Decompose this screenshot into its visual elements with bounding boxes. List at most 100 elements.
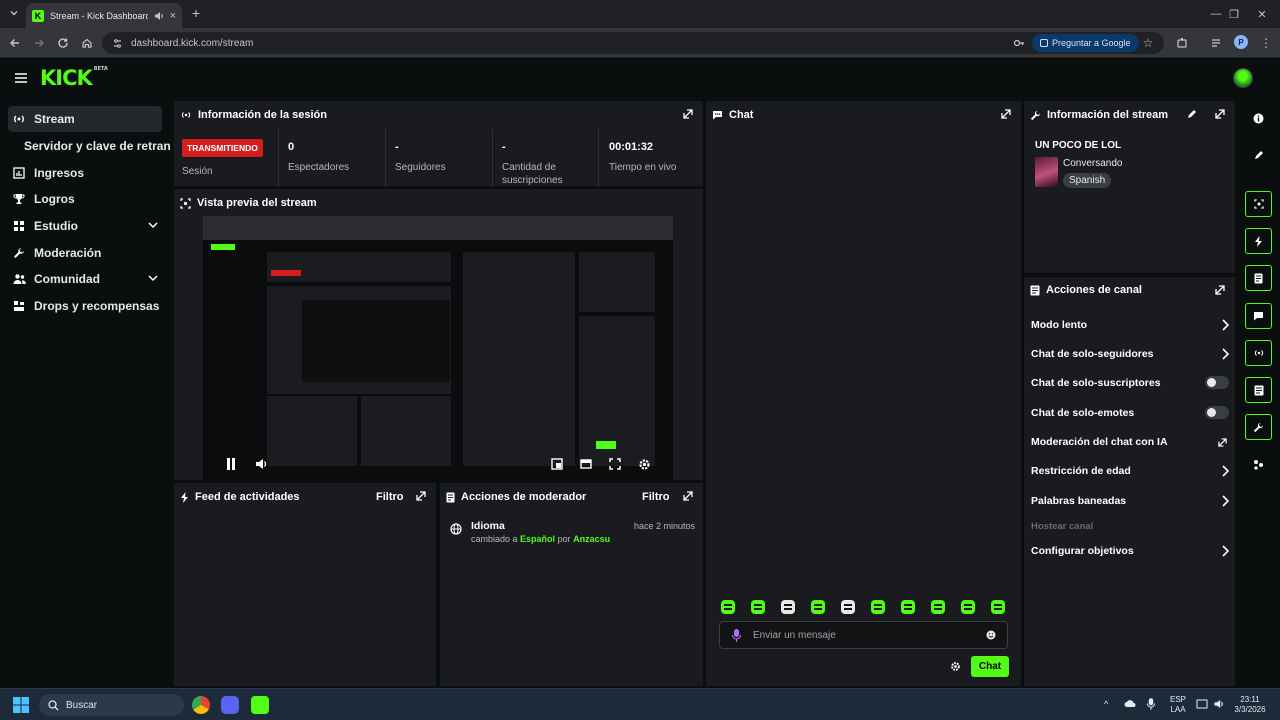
rail-activity-button[interactable] xyxy=(1245,228,1272,254)
reading-list-icon[interactable] xyxy=(1208,35,1224,51)
emote-icon[interactable] xyxy=(901,600,915,614)
popout-icon[interactable] xyxy=(416,491,426,501)
beta-badge: BETA xyxy=(93,66,108,72)
microphone-tray-icon[interactable] xyxy=(1147,698,1155,710)
sidebar-item-stream[interactable]: Stream xyxy=(8,106,162,132)
taskbar-search[interactable]: Buscar xyxy=(39,694,184,716)
chat-message-input[interactable]: Enviar un mensaje xyxy=(719,621,1008,649)
viewers-stat: 0 Espectadores xyxy=(288,129,388,187)
rail-moderator-log-button[interactable] xyxy=(1245,265,1272,291)
rail-stream-info-button[interactable] xyxy=(1245,414,1272,440)
new-tab-icon[interactable]: + xyxy=(188,5,204,21)
rail-layout-button[interactable] xyxy=(1245,451,1272,477)
globe-icon xyxy=(450,523,462,535)
preview-mini-panel xyxy=(463,252,575,466)
rail-preview-button[interactable] xyxy=(1245,191,1272,217)
emote-icon[interactable] xyxy=(931,600,945,614)
chrome-app-icon[interactable] xyxy=(192,696,210,714)
emoji-picker-icon[interactable] xyxy=(986,630,996,640)
emote-icon[interactable] xyxy=(781,600,795,614)
wifi-icon[interactable] xyxy=(1196,699,1208,709)
moderator-filter-button[interactable]: Filtro xyxy=(642,491,670,503)
back-icon[interactable] xyxy=(7,35,23,51)
rail-session-button[interactable] xyxy=(1245,340,1272,366)
kick-app-icon[interactable] xyxy=(251,696,269,714)
fullscreen-icon[interactable] xyxy=(609,458,621,470)
taskbar-clock[interactable]: 23:11 3/3/2026 xyxy=(1232,695,1268,715)
bookmark-star-icon[interactable]: ☆ xyxy=(1140,35,1156,51)
moderator-actions-header: Acciones de moderador Filtro xyxy=(440,483,703,511)
tab-search-icon[interactable] xyxy=(6,5,22,21)
subscribers-only-toggle[interactable] xyxy=(1205,376,1229,389)
preview-mini-panel xyxy=(267,396,357,466)
sidebar-item-comunidad[interactable]: Comunidad xyxy=(8,266,162,292)
activity-filter-button[interactable]: Filtro xyxy=(376,491,404,503)
kick-logo[interactable]: KICK BETA xyxy=(40,66,108,90)
info-icon[interactable] xyxy=(1245,105,1272,131)
emote-icon[interactable] xyxy=(961,600,975,614)
rail-channel-actions-button[interactable] xyxy=(1245,377,1272,403)
mod-entry-user[interactable]: Anzacsu xyxy=(573,534,610,544)
browser-tab[interactable]: K Stream - Kick Dashboard × xyxy=(26,3,182,28)
input-language[interactable]: ESP LAA xyxy=(1168,695,1188,715)
tab-audio-icon[interactable] xyxy=(154,11,164,21)
emote-icon[interactable] xyxy=(811,600,825,614)
emote-icon[interactable] xyxy=(751,600,765,614)
banned-words-action[interactable]: Palabras baneadas xyxy=(1031,491,1231,511)
stream-preview-video[interactable] xyxy=(203,216,673,480)
close-window-icon[interactable]: ✕ xyxy=(1244,0,1280,28)
emote-icon[interactable] xyxy=(871,600,885,614)
emote-icon[interactable] xyxy=(991,600,1005,614)
emote-icon[interactable] xyxy=(721,600,735,614)
menu-icon[interactable] xyxy=(14,72,28,84)
age-restriction-action[interactable]: Restricción de edad xyxy=(1031,461,1231,481)
chat-settings-icon[interactable] xyxy=(950,661,961,672)
windows-start-icon[interactable] xyxy=(13,697,29,713)
popout-icon[interactable] xyxy=(683,491,693,501)
lightning-icon xyxy=(180,491,189,503)
theater-mode-icon[interactable] xyxy=(580,458,592,470)
sidebar-item-moderacion[interactable]: Moderación xyxy=(8,240,162,266)
tab-close-icon[interactable]: × xyxy=(170,10,176,22)
discord-app-icon[interactable] xyxy=(221,696,239,714)
followers-only-action[interactable]: Chat de solo-seguidores xyxy=(1031,344,1231,364)
browser-profile-avatar[interactable]: P xyxy=(1234,35,1248,49)
password-key-icon[interactable] xyxy=(1011,35,1027,51)
volume-icon[interactable] xyxy=(255,458,268,470)
edit-pencil-icon[interactable] xyxy=(1245,142,1272,168)
emote-icon[interactable] xyxy=(841,600,855,614)
sidebar-item-ingresos[interactable]: Ingresos xyxy=(8,160,162,186)
ai-moderation-action[interactable]: Moderación del chat con IA xyxy=(1031,432,1231,452)
stream-category[interactable]: Conversando xyxy=(1063,158,1122,169)
home-icon[interactable] xyxy=(79,35,95,51)
site-info-icon[interactable] xyxy=(112,38,123,49)
edit-pencil-icon[interactable] xyxy=(1187,109,1197,119)
forward-icon[interactable] xyxy=(31,35,47,51)
popout-icon[interactable] xyxy=(683,109,693,119)
extensions-icon[interactable] xyxy=(1174,35,1190,51)
reload-icon[interactable] xyxy=(55,35,71,51)
slow-mode-action[interactable]: Modo lento xyxy=(1031,315,1231,335)
settings-gear-icon[interactable] xyxy=(638,458,651,471)
send-chat-button[interactable]: Chat xyxy=(971,656,1009,677)
popout-icon[interactable] xyxy=(1215,285,1225,295)
rail-chat-button[interactable] xyxy=(1245,303,1272,329)
sidebar-item-estudio[interactable]: Estudio xyxy=(8,213,162,239)
emotes-only-toggle[interactable] xyxy=(1205,406,1229,419)
pause-icon[interactable] xyxy=(226,458,236,470)
sidebar-item-logros[interactable]: Logros xyxy=(8,186,162,212)
speaker-icon[interactable] xyxy=(1213,699,1225,709)
popout-icon[interactable] xyxy=(1001,109,1011,119)
picture-in-picture-icon[interactable] xyxy=(551,458,563,470)
onedrive-icon[interactable] xyxy=(1124,699,1136,708)
user-avatar[interactable] xyxy=(1233,68,1253,88)
address-bar[interactable]: dashboard.kick.com/stream xyxy=(102,32,1164,54)
microphone-icon[interactable] xyxy=(732,629,741,642)
tray-expand-icon[interactable]: ^ xyxy=(1104,699,1108,709)
popout-icon[interactable] xyxy=(1215,109,1225,119)
sidebar-item-stream-key[interactable]: Servidor y clave de retransmisión xyxy=(24,139,170,153)
ask-google-button[interactable]: Preguntar a Google xyxy=(1032,34,1139,52)
configure-goals-action[interactable]: Configurar objetivos xyxy=(1031,541,1231,561)
browser-menu-icon[interactable]: ⋮ xyxy=(1258,35,1274,51)
sidebar-item-drops[interactable]: Drops y recompensas xyxy=(8,293,162,319)
